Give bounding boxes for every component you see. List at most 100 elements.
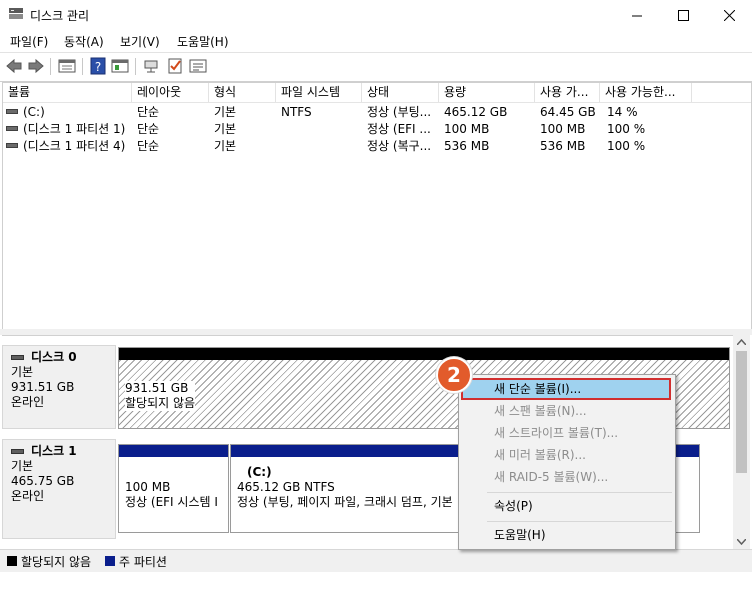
partition-size: 465.12 GB NTFS [237, 480, 335, 494]
column-free-space[interactable]: 사용 가... [535, 83, 600, 102]
volume-icon [6, 109, 18, 114]
list-header: 볼륨 레이아웃 형식 파일 시스템 상태 용량 사용 가... 사용 가능한..… [3, 83, 751, 103]
toolbar-separator [50, 58, 51, 75]
connect-icon[interactable] [143, 57, 161, 75]
maximize-icon [677, 9, 689, 21]
volume-list-icon[interactable] [58, 57, 76, 75]
legend-bar: 할당되지 않음 주 파티션 [0, 549, 752, 572]
menu-view[interactable]: 보기(V) [120, 33, 160, 50]
title-bar: 디스크 관리 [0, 0, 752, 30]
close-button[interactable] [706, 0, 752, 30]
disk-0-size: 931.51 GB [11, 380, 75, 394]
svg-text:?: ? [95, 60, 101, 74]
cell-free-space: 536 MB [540, 139, 586, 153]
disk-0-type: 기본 [11, 365, 34, 379]
check-icon[interactable] [166, 57, 184, 75]
back-icon[interactable] [5, 57, 23, 75]
column-layout[interactable]: 레이아웃 [132, 83, 209, 102]
partition-size: 931.51 GB [125, 381, 189, 395]
cell-capacity: 100 MB [444, 122, 490, 136]
disk-1-label[interactable]: 디스크 1 기본 465.75 GB 온라인 [2, 439, 116, 539]
partition-status: 할당되지 않음 [125, 396, 196, 410]
legend-primary: 주 파티션 [119, 555, 167, 569]
toolbar-separator [82, 58, 83, 75]
table-row[interactable]: (C:) 단순 기본 NTFS 정상 (부팅... 465.12 GB 64.4… [3, 104, 751, 120]
cell-percent-free: 100 % [607, 122, 646, 136]
volume-icon [6, 143, 18, 148]
close-icon [723, 9, 735, 21]
partition-size: 100 MB [125, 480, 171, 494]
menu-separator [487, 492, 672, 493]
scroll-up-icon[interactable] [737, 339, 746, 345]
disk-management-icon [9, 8, 23, 19]
minimize-button[interactable] [614, 0, 660, 30]
partition-title: (C:) [247, 465, 272, 479]
table-row[interactable]: (디스크 1 파티션 1) 단순 기본 정상 (EFI ... 100 MB 1… [3, 121, 751, 137]
legend-unallocated: 할당되지 않음 [21, 555, 92, 569]
cell-layout: 단순 [137, 139, 160, 153]
maximize-button[interactable] [660, 0, 706, 30]
cell-type: 기본 [214, 139, 237, 153]
column-file-system[interactable]: 파일 시스템 [276, 83, 362, 102]
forward-icon[interactable] [27, 57, 45, 75]
cell-type: 기본 [214, 122, 237, 136]
column-volume[interactable]: 볼륨 [3, 83, 132, 102]
menu-item-properties[interactable]: 속성(P) [494, 496, 533, 516]
cell-status: 정상 (복구... [367, 139, 432, 153]
disk-1-type: 기본 [11, 459, 34, 473]
scroll-down-icon[interactable] [737, 539, 746, 545]
column-percent-free[interactable]: 사용 가능한... [600, 83, 692, 102]
menu-item-new-simple-volume[interactable]: 새 단순 볼륨(I)... [494, 379, 581, 399]
scrollbar-thumb[interactable] [736, 351, 747, 473]
cell-volume: (디스크 1 파티션 1) [23, 122, 126, 136]
unallocated-bar [119, 348, 729, 360]
cell-file-system: NTFS [281, 105, 312, 119]
cell-status: 정상 (EFI ... [367, 122, 431, 136]
partition-status: 정상 (부팅, 페이지 파일, 크래시 덤프, 기본 [237, 495, 453, 509]
disk-1-status: 온라인 [11, 489, 45, 503]
disk-0-label[interactable]: 디스크 0 기본 931.51 GB 온라인 [2, 345, 116, 429]
cell-capacity: 465.12 GB [444, 105, 508, 119]
cell-volume: (C:) [23, 105, 45, 119]
volume-list[interactable]: 볼륨 레이아웃 형식 파일 시스템 상태 용량 사용 가... 사용 가능한..… [2, 82, 752, 330]
disk-1-efi-partition[interactable]: 100 MB 정상 (EFI 시스템 I [118, 444, 229, 533]
toolbar-separator [135, 58, 136, 75]
disk-icon [11, 355, 24, 360]
primary-partition-bar [119, 445, 228, 457]
window-title: 디스크 관리 [30, 9, 90, 23]
cell-percent-free: 100 % [607, 139, 646, 153]
legend-swatch-unallocated [7, 556, 17, 566]
step-callout-badge: 2 [436, 357, 472, 393]
cell-status: 정상 (부팅... [367, 105, 432, 119]
cell-free-space: 100 MB [540, 122, 586, 136]
disk-icon [11, 449, 24, 454]
menu-help[interactable]: 도움말(H) [177, 33, 229, 50]
menu-action[interactable]: 동작(A) [64, 33, 104, 50]
menu-item-help[interactable]: 도움말(H) [494, 525, 546, 545]
disk-pane-scrollbar[interactable] [733, 335, 750, 549]
menu-item-new-mirrored-volume: 새 미러 볼륨(R)... [494, 448, 586, 462]
disk-0-name: 디스크 0 [31, 350, 77, 364]
cell-volume: (디스크 1 파티션 4) [23, 139, 126, 153]
menu-file[interactable]: 파일(F) [10, 33, 48, 50]
cell-type: 기본 [214, 105, 237, 119]
table-row[interactable]: (디스크 1 파티션 4) 단순 기본 정상 (복구... 536 MB 536… [3, 138, 751, 154]
column-capacity[interactable]: 용량 [439, 83, 535, 102]
column-status[interactable]: 상태 [362, 83, 439, 102]
properties-icon[interactable] [111, 57, 129, 75]
toolbar: ? [0, 52, 752, 82]
cell-free-space: 64.45 GB [540, 105, 596, 119]
menu-separator [487, 521, 672, 522]
settings-list-icon[interactable] [189, 57, 207, 75]
menu-item-new-raid5-volume: 새 RAID-5 볼륨(W)... [494, 470, 609, 484]
cell-layout: 단순 [137, 105, 160, 119]
menu-item-new-spanned-volume: 새 스팬 볼륨(N)... [494, 404, 587, 418]
menu-item-new-striped-volume: 새 스트라이프 볼륨(T)... [494, 426, 619, 440]
help-icon[interactable]: ? [89, 57, 107, 75]
cell-layout: 단순 [137, 122, 160, 136]
menu-bar: 파일(F) 동작(A) 보기(V) 도움말(H) [0, 30, 752, 51]
cell-capacity: 536 MB [444, 139, 490, 153]
partition-status: 정상 (EFI 시스템 I [125, 495, 218, 509]
column-type[interactable]: 형식 [209, 83, 276, 102]
disk-1-name: 디스크 1 [31, 444, 77, 458]
